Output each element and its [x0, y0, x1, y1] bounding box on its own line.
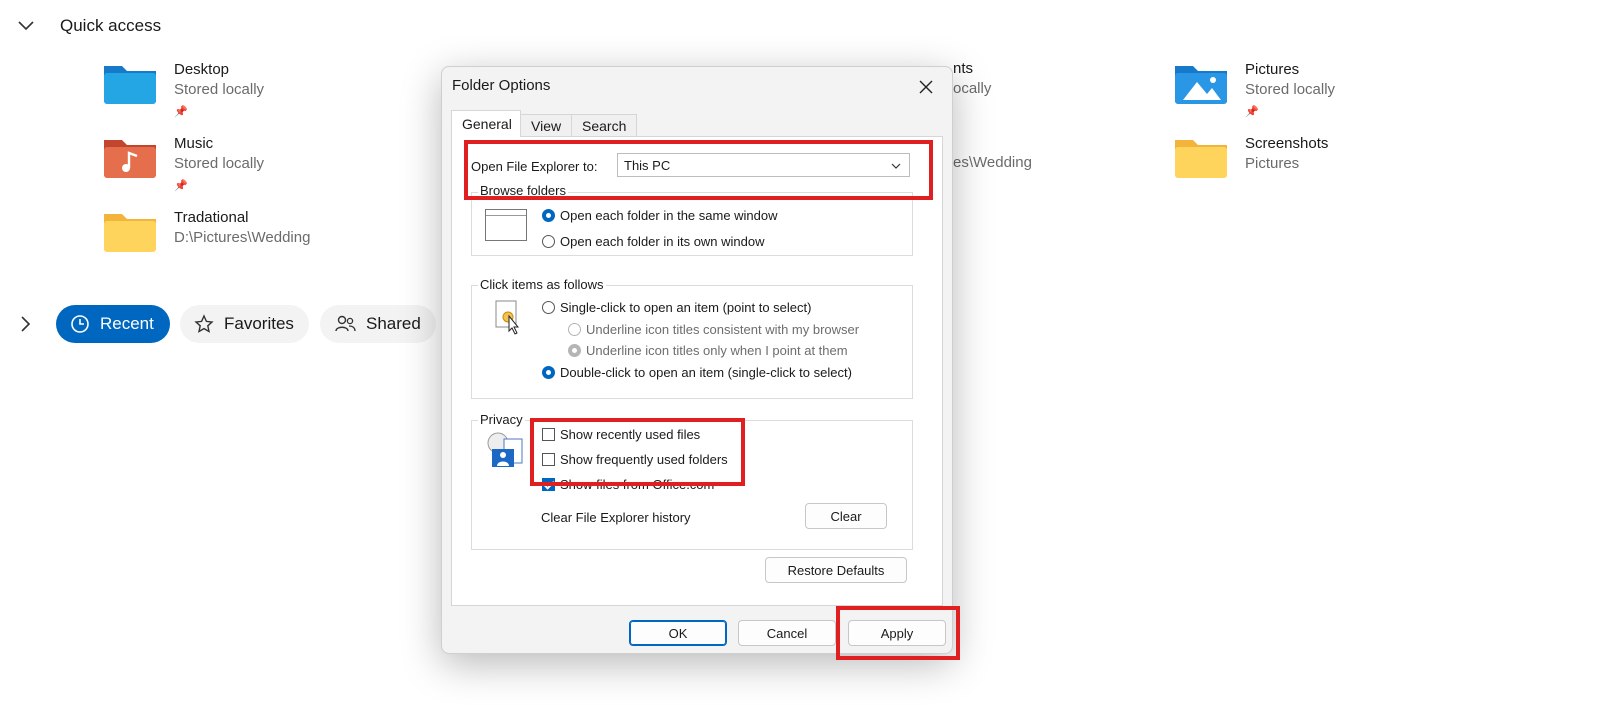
- single-click-label: Single-click to open an item (point to s…: [560, 300, 812, 315]
- pin-icon: 📌: [174, 180, 188, 192]
- item-name: Tradational: [174, 209, 249, 226]
- item-location: Stored locally: [1245, 81, 1336, 98]
- chevron-right-icon: [21, 316, 31, 332]
- underline-point-radio[interactable]: [568, 344, 581, 357]
- window-icon: [485, 209, 527, 241]
- underline-browser-radio[interactable]: [568, 323, 581, 336]
- tab-search[interactable]: Search: [571, 114, 637, 136]
- people-icon: [335, 315, 356, 332]
- tab-label: Favorites: [224, 314, 294, 333]
- tab-recent[interactable]: Recent: [56, 305, 170, 343]
- tab-view[interactable]: View: [520, 114, 572, 136]
- chevron-down-icon: [891, 163, 901, 169]
- item-location: Stored locally: [174, 155, 265, 172]
- music-folder-icon: [102, 134, 158, 180]
- pin-icon: 📌: [174, 106, 188, 118]
- clear-history-label: Clear File Explorer history: [541, 510, 691, 525]
- cancel-button[interactable]: Cancel: [738, 620, 836, 646]
- item-name: Screenshots: [1245, 135, 1329, 152]
- item-location: D:\Pictures\Wedding: [174, 229, 311, 246]
- open-explorer-value: This PC: [624, 157, 671, 173]
- browse-own-window-label: Open each folder in its own window: [560, 234, 765, 249]
- quick-access-item-tradational[interactable]: Tradational D:\Pictures\Wedding: [102, 208, 310, 254]
- underline-browser-label: Underline icon titles consistent with my…: [586, 322, 860, 337]
- folder-options-dialog: Folder Options General View Search Open …: [441, 66, 953, 654]
- browse-folders-title: Browse folders: [478, 183, 568, 198]
- show-office-files-checkbox[interactable]: [542, 478, 555, 491]
- ok-button[interactable]: OK: [629, 620, 727, 646]
- click-items-title: Click items as follows: [478, 277, 606, 292]
- item-name: Desktop: [174, 61, 230, 78]
- restore-defaults-button[interactable]: Restore Defaults: [765, 557, 907, 583]
- item-name: Music: [174, 135, 214, 152]
- close-button[interactable]: [912, 73, 940, 101]
- privacy-icon: [484, 431, 528, 469]
- show-recent-files-label: Show recently used files: [560, 427, 701, 442]
- show-frequent-folders-checkbox[interactable]: [542, 453, 555, 466]
- item-location: Stored locally: [174, 81, 265, 98]
- apply-button[interactable]: Apply: [848, 620, 946, 646]
- star-icon: [194, 314, 214, 333]
- show-frequent-folders-label: Show frequently used folders: [560, 452, 728, 467]
- quick-access-item-desktop[interactable]: Desktop Stored locally 📌: [102, 60, 264, 122]
- quick-access-item-screenshots[interactable]: Screenshots Pictures: [1173, 134, 1328, 180]
- folder-icon: [1173, 134, 1229, 180]
- quick-access-item-music[interactable]: Music Stored locally 📌: [102, 134, 264, 196]
- show-office-files-label: Show files from Office.com: [560, 477, 715, 492]
- browse-same-window-label: Open each folder in the same window: [560, 208, 778, 223]
- quick-access-collapse-chevron[interactable]: [15, 15, 37, 37]
- click-cursor-icon: [494, 299, 520, 335]
- folder-icon: [102, 208, 158, 254]
- privacy-title: Privacy: [478, 412, 525, 427]
- section-expand-chevron[interactable]: [15, 313, 37, 335]
- partial-item-name: nts: [953, 60, 974, 77]
- browse-same-window-radio[interactable]: [542, 209, 555, 222]
- quick-access-title: Quick access: [60, 16, 162, 35]
- pictures-folder-icon: [1173, 60, 1229, 106]
- desktop-folder-icon: [102, 60, 158, 106]
- browse-own-window-radio[interactable]: [542, 235, 555, 248]
- general-tab-panel: Open File Explorer to: This PC Browse fo…: [451, 136, 943, 606]
- open-explorer-dropdown[interactable]: This PC: [617, 153, 910, 177]
- partial-item-location: es\Wedding: [953, 154, 1032, 171]
- pin-icon: 📌: [1245, 106, 1259, 118]
- clock-icon: [71, 315, 89, 333]
- tab-label: Recent: [100, 314, 154, 333]
- dialog-title: Folder Options: [452, 77, 551, 94]
- item-location: Pictures: [1245, 155, 1300, 172]
- clear-button[interactable]: Clear: [805, 503, 887, 529]
- open-explorer-label: Open File Explorer to:: [471, 159, 598, 174]
- tab-favorites[interactable]: Favorites: [180, 305, 309, 343]
- single-click-radio[interactable]: [542, 301, 555, 314]
- tab-general[interactable]: General: [451, 110, 521, 137]
- item-name: Pictures: [1245, 61, 1300, 78]
- chevron-down-icon: [18, 21, 34, 31]
- quick-access-item-pictures[interactable]: Pictures Stored locally 📌: [1173, 60, 1335, 122]
- double-click-radio[interactable]: [542, 366, 555, 379]
- close-icon: [919, 80, 933, 94]
- double-click-label: Double-click to open an item (single-cli…: [560, 365, 852, 380]
- show-recent-files-checkbox[interactable]: [542, 428, 555, 441]
- partial-item-location: ocally: [953, 80, 992, 97]
- underline-point-label: Underline icon titles only when I point …: [586, 343, 848, 358]
- tab-label: Shared: [366, 314, 421, 333]
- tab-shared[interactable]: Shared: [320, 305, 436, 343]
